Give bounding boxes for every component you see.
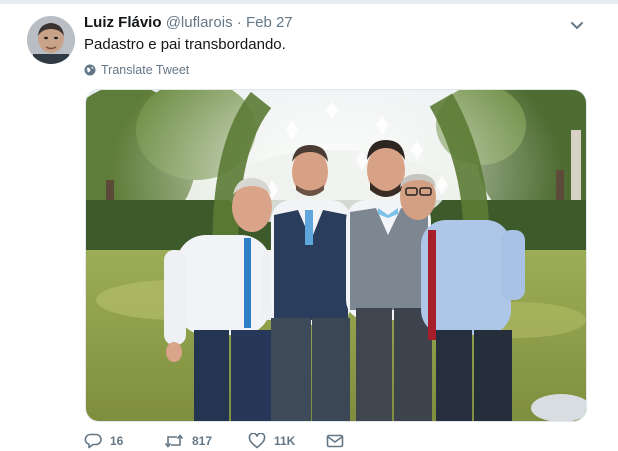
tweet-date[interactable]: Feb 27	[246, 14, 293, 31]
reply-button[interactable]: 16	[84, 433, 123, 449]
retweet-button[interactable]: 817	[164, 433, 212, 449]
reply-count: 16	[110, 434, 124, 448]
tweet-header: Luiz Flávio @luflarois · Feb 27	[84, 14, 293, 31]
like-count: 11K	[274, 434, 296, 448]
heart-icon	[248, 433, 266, 449]
tweet-text: Padastro e pai transbordando.	[84, 36, 286, 53]
translate-label: Translate Tweet	[101, 63, 190, 77]
translate-tweet-link[interactable]: Translate Tweet	[84, 63, 189, 77]
avatar[interactable]	[27, 16, 75, 64]
separator: ·	[236, 14, 242, 31]
reply-icon	[84, 433, 102, 449]
top-divider	[0, 0, 618, 4]
direct-message-button[interactable]	[326, 433, 344, 449]
like-button[interactable]: 11K	[248, 433, 295, 449]
tweet-photo[interactable]	[85, 89, 587, 422]
retweet-icon	[164, 434, 184, 448]
envelope-icon	[326, 434, 344, 448]
author-handle[interactable]: @luflarois	[166, 14, 233, 31]
author-name[interactable]: Luiz Flávio	[84, 14, 162, 31]
chevron-down-icon[interactable]	[567, 16, 587, 36]
tweet-actions: 16 817 11K	[84, 433, 444, 451]
retweet-count: 817	[192, 434, 213, 448]
globe-icon	[84, 64, 96, 76]
